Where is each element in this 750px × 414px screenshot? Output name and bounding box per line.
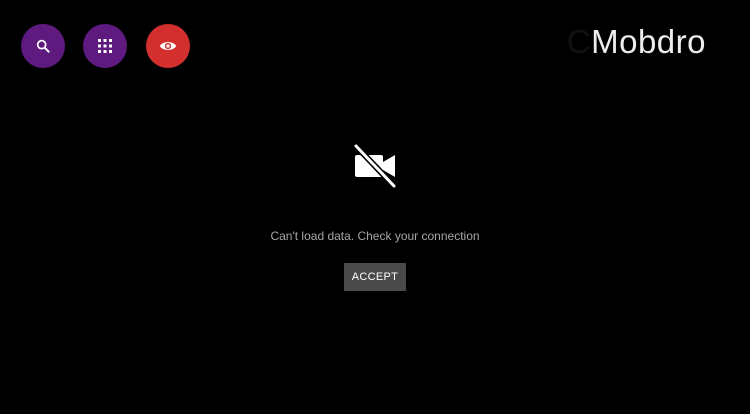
logo-name: Mobdro [591,23,706,60]
apps-grid-button[interactable] [83,24,127,68]
logo-leading-letter: C [566,23,592,60]
eye-icon [159,42,177,50]
search-icon [36,39,50,53]
apps-grid-icon [98,39,112,53]
search-button[interactable] [21,24,65,68]
connection-error-message: Can't load data. Check your connection [270,229,480,243]
eye-button[interactable] [146,24,190,68]
app-logo: CMobdro [567,22,706,62]
accept-button[interactable]: ACCEPT [344,263,406,291]
videocam-off-icon [352,142,398,189]
